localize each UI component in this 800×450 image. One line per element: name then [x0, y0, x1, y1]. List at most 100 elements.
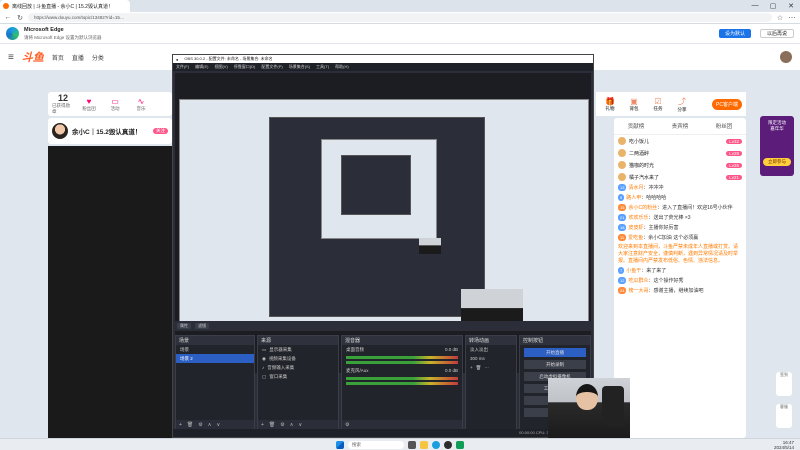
start-streaming-button[interactable]: 开始直播 [524, 348, 586, 357]
app-icon[interactable] [456, 440, 464, 449]
url-field[interactable]: https://www.douyu.com/topic/13492?rid=15… [28, 13, 772, 22]
maximize-button[interactable]: ▢ [764, 2, 782, 10]
up-icon[interactable]: ∧ [290, 422, 294, 428]
checkin-label: 签到 [780, 372, 788, 377]
remove-icon[interactable]: 🗑 [187, 422, 193, 428]
scene-item[interactable]: 场景 [176, 345, 254, 354]
windows-start-icon[interactable] [336, 440, 344, 449]
checkin-float[interactable]: 签到 [776, 372, 792, 396]
obs-taskbar-icon[interactable] [444, 440, 452, 449]
start-recording-button[interactable]: 开始录制 [524, 360, 586, 369]
settings-icon[interactable]: ⚙ [198, 422, 202, 428]
rank-row[interactable]: 猫咖的时光 Lv26 [614, 159, 746, 171]
transition-duration[interactable]: 300 ms [466, 354, 516, 363]
medal-tool[interactable]: 12 已获得勋章 [52, 93, 74, 115]
nav-home[interactable]: 首页 [52, 53, 64, 62]
address-bar-row: ← ↻ https://www.douyu.com/topic/13492?ri… [0, 12, 800, 24]
up-icon[interactable]: ∧ [208, 422, 212, 428]
obs-menu-view[interactable]: 视图(V) [214, 64, 227, 70]
streamer-face [576, 384, 598, 410]
douyu-logo[interactable]: 斗鱼 [22, 49, 44, 65]
hamburger-icon[interactable]: ≡ [8, 52, 14, 63]
taskbar-search[interactable]: 搜索 [348, 440, 404, 449]
file-explorer-icon[interactable] [420, 440, 428, 449]
chat-user[interactable]: 余小C的粉丝 [628, 205, 657, 211]
obs-menu-profile[interactable]: 配置文件(P) [261, 64, 282, 70]
pc-client-button[interactable]: PC客户端 [712, 98, 742, 110]
fans-tool[interactable]: ♥ 粉丝团 [78, 97, 100, 112]
tab-contribution[interactable]: 贡献榜 [628, 122, 645, 130]
obs-menu-scenes[interactable]: 场景集合(S) [289, 64, 310, 70]
filters-button[interactable]: 滤镜 [195, 323, 209, 329]
star-icon[interactable]: ☆ [776, 14, 784, 22]
service-float[interactable]: 客服 [776, 404, 792, 428]
transitions-title: 转场动画 [466, 336, 516, 345]
more-icon[interactable]: ⋯ [484, 365, 489, 371]
event-promo-card[interactable]: 限定活动 嘉年华 立即参与 [760, 116, 794, 176]
tab-fans[interactable]: 粉丝团 [716, 122, 733, 130]
tab-vip[interactable]: 贵宾榜 [672, 122, 689, 130]
add-icon[interactable]: + [470, 365, 473, 370]
user-avatar[interactable] [780, 51, 792, 63]
chat-user[interactable]: 欢欢乐乐 [628, 215, 648, 221]
chat-user[interactable]: 吃瓜群众 [628, 278, 648, 284]
close-button[interactable]: ✕ [782, 2, 800, 10]
later-button[interactable]: 以后再说 [759, 29, 794, 38]
obs-menu-docks[interactable]: 停靠窗口(D) [234, 64, 256, 70]
add-icon[interactable]: + [179, 422, 182, 428]
source-item[interactable]: ▭ 显示器采集 [258, 345, 338, 354]
task-tool[interactable]: ☑ 任务 [648, 97, 668, 112]
remove-icon[interactable]: 🗑 [269, 422, 275, 428]
anchor-avatar[interactable] [52, 123, 68, 139]
settings-icon[interactable]: ⚙ [280, 422, 284, 428]
chat-user[interactable]: 皮皮虾 [628, 225, 643, 231]
share-tool[interactable]: ⤴ 分享 [672, 96, 692, 113]
obs-menu-edit[interactable]: 编辑(E) [195, 64, 208, 70]
obs-menu-file[interactable]: 文件(F) [176, 64, 189, 70]
source-item[interactable]: ▢ 窗口采集 [258, 372, 338, 381]
volume-slider[interactable] [346, 361, 458, 364]
down-icon[interactable]: ∨ [216, 422, 220, 428]
obs-menu-help[interactable]: 帮助(H) [335, 64, 349, 70]
nav-live[interactable]: 直播 [72, 53, 84, 62]
sources-dock: 来源 ▭ 显示器采集 ◉ 视频采集设备 ♪ 音频输入采集 ▢ 窗口采集 + 🗑 ⚙ ∧ … [257, 335, 339, 431]
backpack-tool[interactable]: ▣ 背包 [624, 97, 644, 112]
transition-select[interactable]: 淡入淡出 [466, 345, 516, 354]
menu-dots-icon[interactable]: ⋯ [788, 14, 796, 22]
browser-tab[interactable]: 离线回放 | 斗鱼直播 - 余小C | 15.2毁认真道！ [0, 0, 130, 12]
chat-user[interactable]: 路人甲 [626, 195, 641, 201]
back-icon[interactable]: ← [4, 14, 12, 21]
properties-button[interactable]: 属性 [177, 323, 191, 329]
chat-panel: 贡献榜 贵宾榜 粉丝团 吃小饭儿 Lv32 二两酒醉 Lv28 猫咖的时光 Lv26 … [614, 118, 746, 438]
chat-user[interactable]: 爱吃鱼 [628, 235, 643, 241]
obs-window: ● OBS 30.0.2 - 配置文件: 未命名 - 场景集合: 未命名 文件(… [172, 54, 594, 438]
nav-category[interactable]: 分类 [92, 53, 104, 62]
edge-icon[interactable] [432, 440, 440, 449]
taskbar-clock[interactable]: 16:47 2024/5/14 [774, 440, 794, 450]
chat-user[interactable]: 小鱼干 [626, 268, 641, 274]
music-tool[interactable]: ∿ 音乐 [130, 97, 152, 112]
set-default-button[interactable]: 设为默认 [718, 29, 751, 38]
follow-button[interactable]: 关注 [153, 128, 168, 134]
source-item[interactable]: ♪ 音频输入采集 [258, 363, 338, 372]
activity-tool[interactable]: ▭ 活动 [104, 97, 126, 112]
rank-row[interactable]: 吃小饭儿 Lv32 [614, 135, 746, 147]
chat-user[interactable]: 清水月 [628, 185, 643, 191]
obs-menu-tools[interactable]: 工具(T) [316, 64, 329, 70]
gift-tool[interactable]: 🎁 礼物 [600, 97, 620, 112]
add-icon[interactable]: + [261, 422, 264, 428]
refresh-icon[interactable]: ↻ [16, 14, 24, 22]
scene-item[interactable]: 场景 2 [176, 354, 254, 363]
task-view-icon[interactable] [408, 440, 416, 449]
source-item[interactable]: ◉ 视频采集设备 [258, 354, 338, 363]
minimize-button[interactable]: — [746, 2, 764, 10]
mixer-settings-icon[interactable]: ⚙ [345, 422, 349, 428]
chat-user[interactable]: 榜一大哥 [628, 288, 648, 294]
volume-slider[interactable] [346, 382, 458, 385]
down-icon[interactable]: ∨ [298, 422, 302, 428]
event-join-button[interactable]: 立即参与 [763, 158, 791, 166]
anchor-name[interactable]: 余小C｜15.2毁认真道！ [72, 126, 141, 136]
remove-icon[interactable]: 🗑 [476, 365, 482, 371]
rank-row[interactable]: 二两酒醉 Lv28 [614, 147, 746, 159]
rank-row[interactable]: 橘子汽水来了 Lv21 [614, 171, 746, 183]
